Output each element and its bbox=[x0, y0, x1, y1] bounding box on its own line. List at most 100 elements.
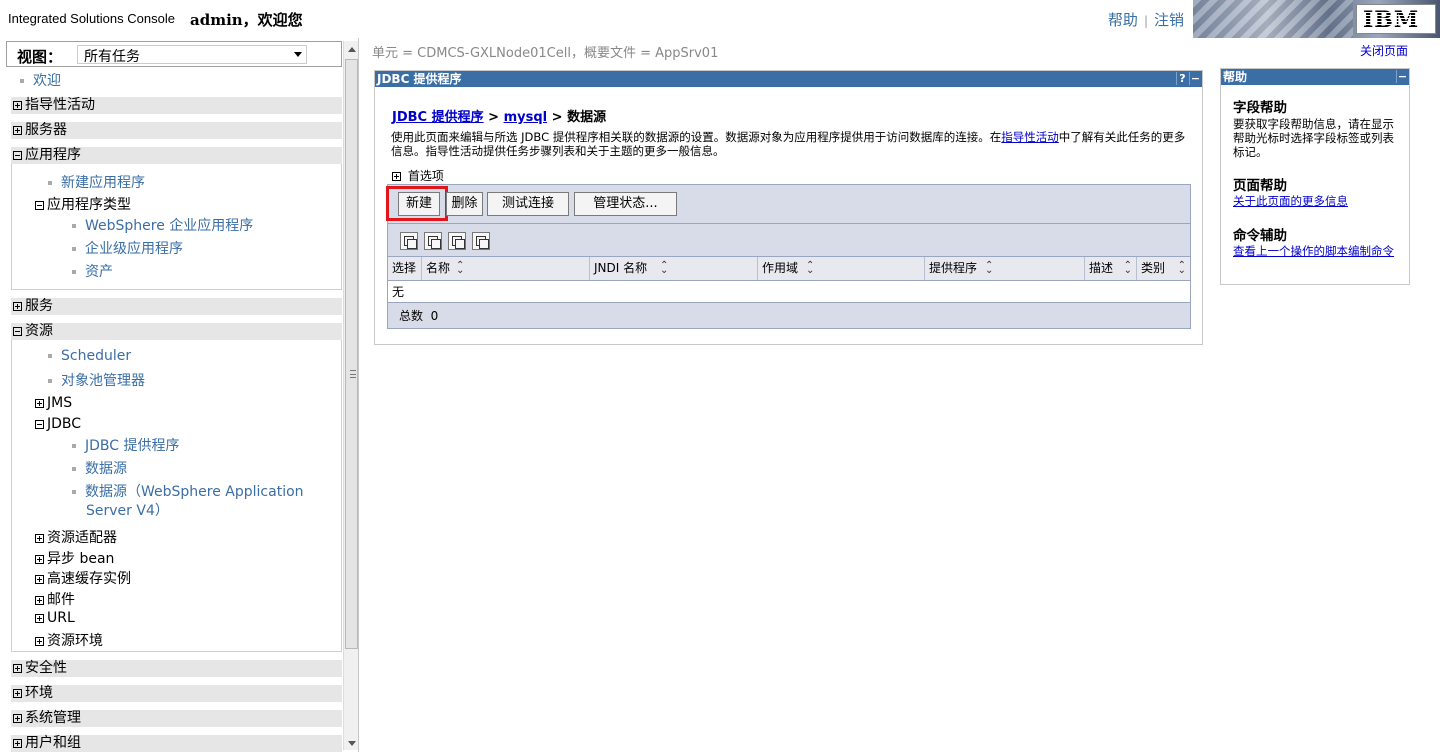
bullet-icon bbox=[48, 379, 52, 383]
nav-item-welcome[interactable]: 欢迎 bbox=[20, 70, 61, 90]
help-portlet: 帮助 − 字段帮助 要获取字段帮助信息，请在显示帮助光标时选择字段标签或列表标记… bbox=[1220, 68, 1410, 285]
nav-item-async[interactable]: 异步 bean bbox=[35, 548, 114, 568]
nav-section-security[interactable]: 安全性 bbox=[11, 660, 342, 677]
nav-section-sysadmin[interactable]: 系统管理 bbox=[11, 710, 342, 727]
column-scope[interactable]: 作用域 ⌃ ⌄ bbox=[758, 257, 925, 280]
sort-icon: ⌃ ⌄ bbox=[660, 260, 669, 276]
datasource-table: 选择 名称 ⌃ ⌄ JNDI 名称 ⌃ ⌄ 作用域 ⌃ ⌄ 提供程序 ⌃ ⌄ 描述 ⌃ ⌄ 类别 ⌃ ⌄… bbox=[387, 257, 1191, 329]
scroll-down-icon[interactable] bbox=[348, 741, 356, 746]
column-jndi[interactable]: JNDI 名称 ⌃ ⌄ bbox=[590, 257, 758, 280]
sort-icon: ⌃ ⌄ bbox=[806, 260, 815, 276]
breadcrumb-jdbc-providers[interactable]: JDBC 提供程序 bbox=[392, 110, 484, 125]
ibm-logo: IBM bbox=[1363, 7, 1420, 33]
sort-icon: ⌃ ⌄ bbox=[456, 260, 465, 276]
manage-state-button[interactable]: 管理状态... bbox=[574, 192, 677, 216]
portlet-minimize-button[interactable]: − bbox=[1189, 72, 1201, 85]
nav-item-url[interactable]: URL bbox=[35, 610, 75, 626]
navigation-tree: 视图： 所有任务 欢迎 指导性活动 服务器 应用程序 新建应用程序 应用程序类型… bbox=[0, 38, 359, 752]
chevron-down-icon bbox=[294, 52, 302, 57]
bullet-icon bbox=[20, 79, 24, 83]
nav-section-servers[interactable]: 服务器 bbox=[11, 122, 342, 139]
command-assist-link[interactable]: 查看上一个操作的脚本编制命令 bbox=[1233, 244, 1401, 258]
page-help-link[interactable]: 关于此页面的更多信息 bbox=[1233, 194, 1401, 208]
view-selector: 视图： 所有任务 bbox=[6, 41, 342, 67]
test-connection-button[interactable]: 测试连接 bbox=[487, 192, 569, 216]
expand-icon bbox=[35, 575, 44, 584]
main-content: 单元 = CDMCS-GXLNode01Cell，概要文件 = AppSrv01… bbox=[360, 38, 1440, 752]
column-category[interactable]: 类别 ⌃ ⌄ bbox=[1137, 257, 1190, 280]
show-filter-icon[interactable] bbox=[448, 232, 466, 250]
page-description: 使用此页面来编辑与所选 JDBC 提供程序相关联的数据源的设置。数据源对象为应用… bbox=[391, 130, 1186, 158]
nav-item-app-types[interactable]: 应用程序类型 bbox=[35, 194, 131, 214]
breadcrumb: JDBC 提供程序 > mysql > 数据源 bbox=[392, 110, 607, 125]
action-button-bar: 新建 删除 测试连接 管理状态... bbox=[386, 184, 1191, 224]
nav-item-cache[interactable]: 高速缓存实例 bbox=[35, 568, 131, 588]
nav-section-users[interactable]: 用户和组 bbox=[11, 735, 342, 752]
app-title: Integrated Solutions Console bbox=[8, 11, 175, 26]
logout-link[interactable]: 注销 bbox=[1154, 11, 1184, 29]
nav-section-guided[interactable]: 指导性活动 bbox=[11, 97, 342, 114]
nav-item-scheduler[interactable]: Scheduler bbox=[48, 348, 131, 364]
column-select: 选择 bbox=[388, 257, 422, 280]
column-description[interactable]: 描述 ⌃ ⌄ bbox=[1085, 257, 1137, 280]
nav-section-services[interactable]: 服务 bbox=[11, 298, 342, 315]
expand-icon bbox=[35, 614, 44, 623]
welcome-user: admin，欢迎您 bbox=[190, 11, 303, 29]
expand-icon bbox=[13, 101, 22, 110]
page-help-title: 页面帮助 bbox=[1233, 178, 1287, 194]
portlet-help-button[interactable]: ? bbox=[1176, 72, 1188, 85]
nav-item-jdbc-providers[interactable]: JDBC 提供程序 bbox=[72, 435, 180, 455]
bullet-icon bbox=[72, 224, 76, 228]
nav-item-assets[interactable]: 资产 bbox=[72, 261, 113, 281]
expand-icon bbox=[35, 399, 44, 408]
nav-item-websphere-apps[interactable]: WebSphere 企业应用程序 bbox=[72, 215, 253, 235]
nav-item-pool-mgr[interactable]: 对象池管理器 bbox=[48, 370, 145, 390]
nav-item-jdbc[interactable]: JDBC bbox=[35, 416, 81, 432]
nav-item-datasources-v4-cont[interactable]: Server V4） bbox=[86, 500, 169, 520]
nav-item-adapters[interactable]: 资源适配器 bbox=[35, 527, 117, 547]
delete-button[interactable]: 删除 bbox=[446, 192, 483, 216]
preferences-toggle[interactable]: 首选项 bbox=[392, 167, 444, 184]
jdbc-portlet: JDBC 提供程序 ? − JDBC 提供程序 > mysql > 数据源 使用… bbox=[374, 70, 1203, 345]
collapse-icon bbox=[13, 151, 22, 160]
expand-icon bbox=[35, 534, 44, 543]
column-name[interactable]: 名称 ⌃ ⌄ bbox=[422, 257, 590, 280]
table-header: 选择 名称 ⌃ ⌄ JNDI 名称 ⌃ ⌄ 作用域 ⌃ ⌄ 提供程序 ⌃ ⌄ 描述 ⌃ ⌄ 类别 ⌃ ⌄ bbox=[387, 257, 1191, 281]
nav-item-jms[interactable]: JMS bbox=[35, 395, 72, 411]
help-minimize-button[interactable]: − bbox=[1396, 70, 1408, 83]
deselect-all-icon[interactable] bbox=[424, 232, 442, 250]
expand-icon bbox=[13, 664, 22, 673]
expand-icon bbox=[35, 637, 44, 646]
view-dropdown[interactable]: 所有任务 bbox=[77, 45, 307, 65]
nav-scrollbar[interactable] bbox=[343, 41, 358, 750]
help-link[interactable]: 帮助 bbox=[1108, 11, 1138, 29]
nav-item-enterprise-apps[interactable]: 企业级应用程序 bbox=[72, 238, 183, 258]
help-title: 帮助 − bbox=[1221, 69, 1409, 85]
expand-icon bbox=[35, 596, 44, 605]
nav-item-datasources[interactable]: 数据源 bbox=[72, 458, 127, 478]
nav-item-res-env[interactable]: 资源环境 bbox=[35, 630, 103, 650]
scroll-thumb[interactable] bbox=[345, 59, 358, 649]
portlet-title: JDBC 提供程序 ? − bbox=[375, 71, 1202, 87]
bullet-icon bbox=[72, 270, 76, 274]
nav-section-applications[interactable]: 应用程序 bbox=[11, 147, 342, 164]
breadcrumb-mysql[interactable]: mysql bbox=[504, 110, 548, 125]
column-provider[interactable]: 提供程序 ⌃ ⌄ bbox=[925, 257, 1085, 280]
expand-icon bbox=[13, 714, 22, 723]
nav-item-datasources-v4[interactable]: 数据源（WebSphere Application bbox=[72, 481, 304, 501]
close-page-link[interactable]: 关闭页面 bbox=[1360, 42, 1408, 59]
sort-icon: ⌃ ⌄ bbox=[985, 260, 994, 276]
nav-item-mail[interactable]: 邮件 bbox=[35, 589, 75, 609]
header-links: 帮助 | 注销 bbox=[1107, 11, 1184, 29]
scroll-up-icon[interactable] bbox=[348, 47, 356, 52]
expand-icon bbox=[13, 739, 22, 748]
nav-section-environment[interactable]: 环境 bbox=[11, 685, 342, 702]
bullet-icon bbox=[48, 354, 52, 358]
select-all-icon[interactable] bbox=[400, 232, 418, 250]
new-button[interactable]: 新建 bbox=[398, 192, 440, 216]
guided-activity-link[interactable]: 指导性活动 bbox=[1001, 130, 1059, 144]
clear-filter-icon[interactable] bbox=[472, 232, 490, 250]
nav-section-resources[interactable]: 资源 bbox=[11, 323, 342, 340]
nav-item-new-app[interactable]: 新建应用程序 bbox=[48, 172, 145, 192]
bullet-icon bbox=[72, 444, 76, 448]
